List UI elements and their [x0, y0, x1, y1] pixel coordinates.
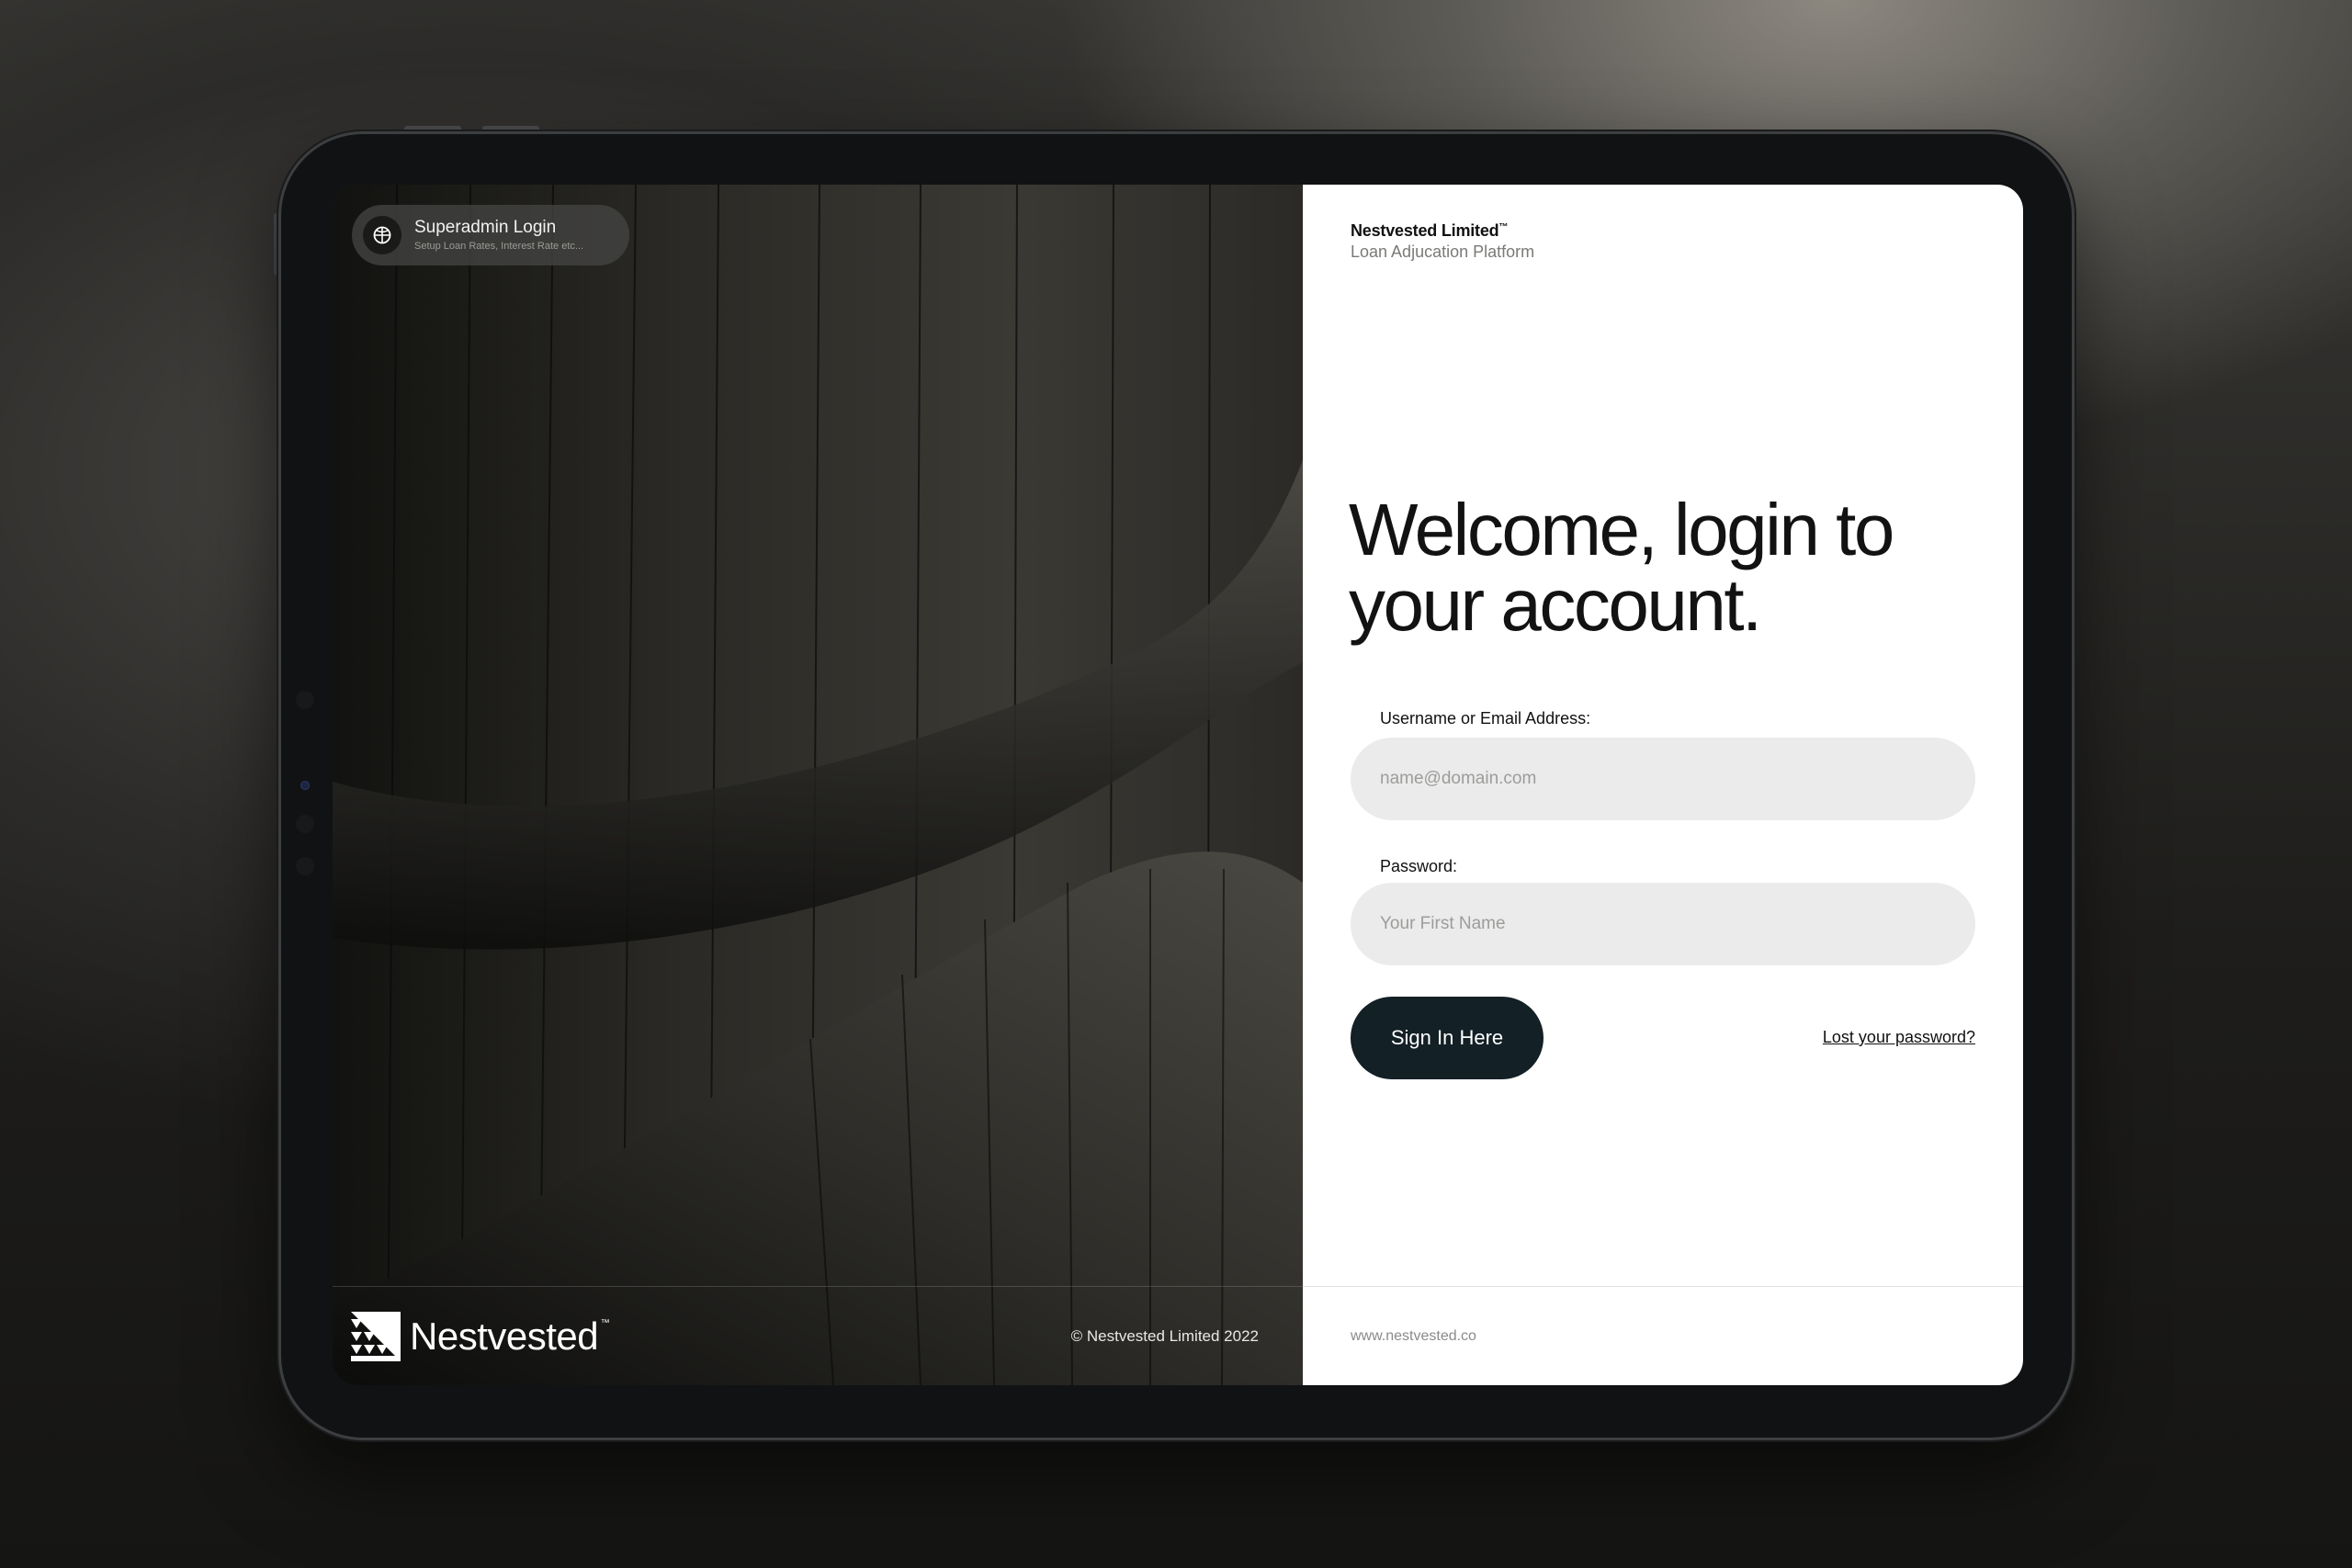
globe-icon: [363, 216, 401, 254]
company-name-text: Nestvested Limited: [1351, 221, 1499, 240]
username-input[interactable]: [1351, 738, 1975, 820]
sensor-dot: [296, 691, 314, 709]
nestvested-logo: [351, 1311, 401, 1361]
username-label: Username or Email Address:: [1380, 709, 1591, 728]
website-link[interactable]: www.nestvested.co: [1351, 1328, 1476, 1345]
sign-in-button[interactable]: Sign In Here: [1351, 997, 1544, 1079]
superadmin-subtitle: Setup Loan Rates, Interest Rate etc...: [414, 241, 584, 252]
login-pane: Nestvested Limited™ Loan Adjucation Plat…: [1303, 185, 2023, 1385]
company-name: Nestvested Limited™: [1351, 221, 1534, 241]
brand: Nestvested ™: [351, 1311, 610, 1361]
left-footer: Nestvested ™ © Nestvested Limited 2022: [333, 1286, 1303, 1385]
brand-trademark: ™: [600, 1317, 610, 1328]
superadmin-title: Superadmin Login: [414, 218, 557, 237]
brand-name: Nestvested ™: [410, 1314, 610, 1359]
sensor-dot: [296, 857, 314, 875]
brand-name-text: Nestvested: [410, 1314, 599, 1358]
right-footer: www.nestvested.co: [1303, 1286, 2023, 1385]
lost-password-link[interactable]: Lost your password?: [1823, 1028, 1975, 1047]
camera-lens: [300, 781, 310, 790]
password-input[interactable]: [1351, 883, 1975, 965]
company-tagline: Loan Adjucation Platform: [1351, 243, 1535, 261]
password-label: Password:: [1380, 857, 1458, 875]
company-trademark: ™: [1498, 222, 1509, 232]
hero-image-pane: Superadmin Login Setup Loan Rates, Inter…: [333, 185, 1303, 1385]
sensor-dot: [296, 815, 314, 833]
screen: Superadmin Login Setup Loan Rates, Inter…: [333, 185, 2023, 1385]
superadmin-login-button[interactable]: Superadmin Login Setup Loan Rates, Inter…: [352, 205, 629, 265]
copyright-text: © Nestvested Limited 2022: [1070, 1326, 1259, 1345]
architecture-image: [333, 185, 1303, 1385]
welcome-heading: Welcome, login to your account.: [1349, 489, 1894, 646]
company-header: Nestvested Limited™ Loan Adjucation Plat…: [1351, 221, 1534, 262]
